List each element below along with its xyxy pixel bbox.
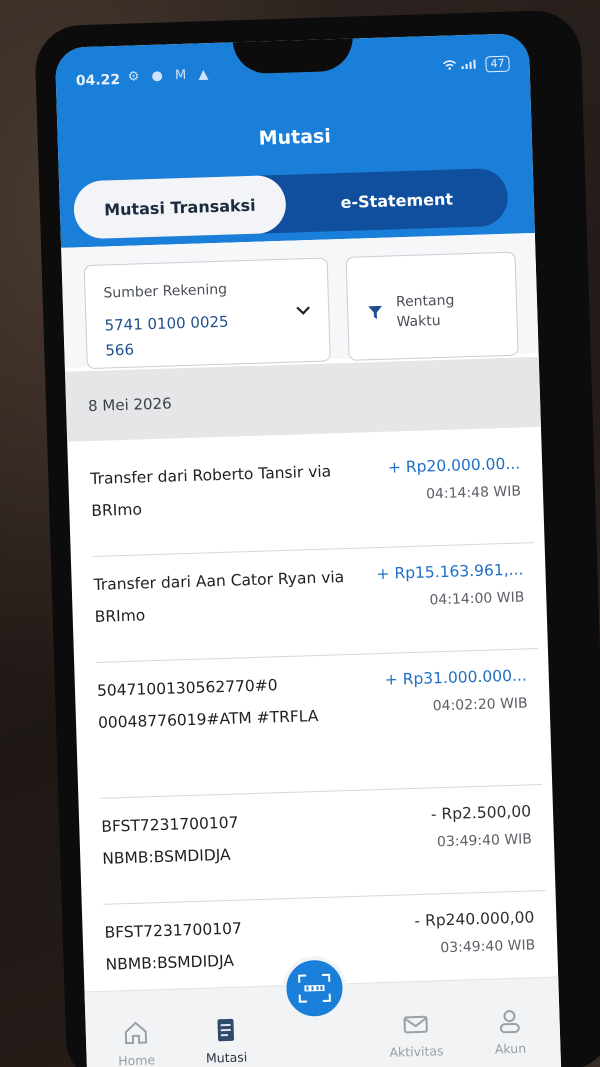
wifi-signal-icon bbox=[441, 57, 479, 73]
nav-home-label: Home bbox=[117, 1052, 156, 1067]
transaction-time: 04:02:20 WIB bbox=[432, 695, 528, 715]
date-range-label: Rentang Waktu bbox=[395, 292, 455, 331]
tab-mutasi-transaksi[interactable]: Mutasi Transaksi bbox=[73, 174, 287, 240]
transaction-amount: - Rp240.000,00 bbox=[414, 908, 535, 931]
transaction-description: Transfer dari Aan Cator Ryan via BRImo bbox=[93, 568, 345, 626]
transaction-row[interactable]: Transfer dari Aan Cator Ryan via BRImo +… bbox=[93, 555, 538, 663]
nav-mutasi-label: Mutasi bbox=[205, 1049, 248, 1066]
page-title: Mutasi bbox=[258, 125, 332, 150]
nav-mutasi[interactable]: Mutasi bbox=[185, 1015, 266, 1066]
home-icon bbox=[124, 1021, 148, 1045]
transaction-amount: + Rp20.000.00... bbox=[387, 454, 521, 477]
tab-bar: Mutasi Transaksi e-Statement bbox=[73, 167, 509, 240]
account-selector-label: Sumber Rekening bbox=[103, 281, 228, 302]
receipt-icon bbox=[217, 1018, 235, 1042]
nav-home[interactable]: Home bbox=[95, 1018, 176, 1067]
status-notification-icons: ⚙ ● M ▲ bbox=[127, 67, 213, 85]
date-group-label: 8 Mei 2026 bbox=[87, 394, 172, 416]
transaction-amount: - Rp2.500,00 bbox=[430, 802, 532, 824]
transaction-row[interactable]: BFST7231700107 NBMB:BSMDIDJA - Rp2.500,0… bbox=[100, 796, 546, 905]
transaction-time: 03:49:40 WIB bbox=[436, 831, 533, 851]
phone-device: 04.22 ⚙ ● M ▲ 47 Mutasi Mutasi Transaksi… bbox=[34, 9, 600, 1067]
qris-scan-icon bbox=[298, 973, 331, 1003]
battery-indicator: 47 bbox=[485, 55, 510, 73]
tab-e-statement[interactable]: e-Statement bbox=[285, 168, 509, 233]
account-number: 5741 0100 0025 566 bbox=[104, 312, 229, 360]
camera-notch bbox=[232, 36, 354, 75]
transaction-time: 03:49:40 WIB bbox=[440, 937, 536, 957]
nav-aktivitas[interactable]: Aktivitas bbox=[375, 1009, 456, 1060]
mail-icon bbox=[403, 1015, 428, 1034]
transaction-amount: + Rp31.000.000... bbox=[384, 666, 528, 689]
transaction-time: 04:14:00 WIB bbox=[429, 589, 525, 609]
nav-aktivitas-label: Aktivitas bbox=[389, 1043, 444, 1060]
filter-icon bbox=[368, 305, 383, 319]
filter-area: Sumber Rekening 5741 0100 0025 566 Renta… bbox=[61, 232, 539, 370]
transaction-row[interactable]: 5047100130562770#0 00048776019#ATM #TRFL… bbox=[96, 661, 543, 799]
nav-akun[interactable]: Akun bbox=[469, 1006, 550, 1057]
header: 04.22 ⚙ ● M ▲ 47 Mutasi Mutasi Transaksi… bbox=[54, 33, 535, 248]
transaction-time: 04:14:48 WIB bbox=[425, 483, 522, 503]
date-range-filter[interactable]: Rentang Waktu bbox=[345, 251, 519, 361]
status-time: 04.22 bbox=[75, 71, 121, 90]
transaction-description: 5047100130562770#0 00048776019#ATM #TRFL… bbox=[96, 676, 319, 732]
nav-akun-label: Akun bbox=[494, 1040, 527, 1057]
transaction-row[interactable]: Transfer dari Roberto Tansir via BRImo +… bbox=[89, 449, 535, 557]
app-screen: 04.22 ⚙ ● M ▲ 47 Mutasi Mutasi Transaksi… bbox=[54, 33, 562, 1067]
transaction-description: Transfer dari Roberto Tansir via BRImo bbox=[90, 462, 332, 521]
transaction-description: BFST7231700107 NBMB:BSMDIDJA bbox=[101, 813, 239, 868]
status-right: 47 bbox=[441, 55, 510, 74]
transaction-amount: + Rp15.163.961,... bbox=[376, 560, 524, 584]
user-icon bbox=[499, 1010, 520, 1034]
account-selector[interactable]: Sumber Rekening 5741 0100 0025 566 bbox=[83, 257, 331, 370]
date-group-header: 8 Mei 2026 bbox=[64, 356, 541, 442]
chevron-down-icon bbox=[296, 299, 311, 320]
